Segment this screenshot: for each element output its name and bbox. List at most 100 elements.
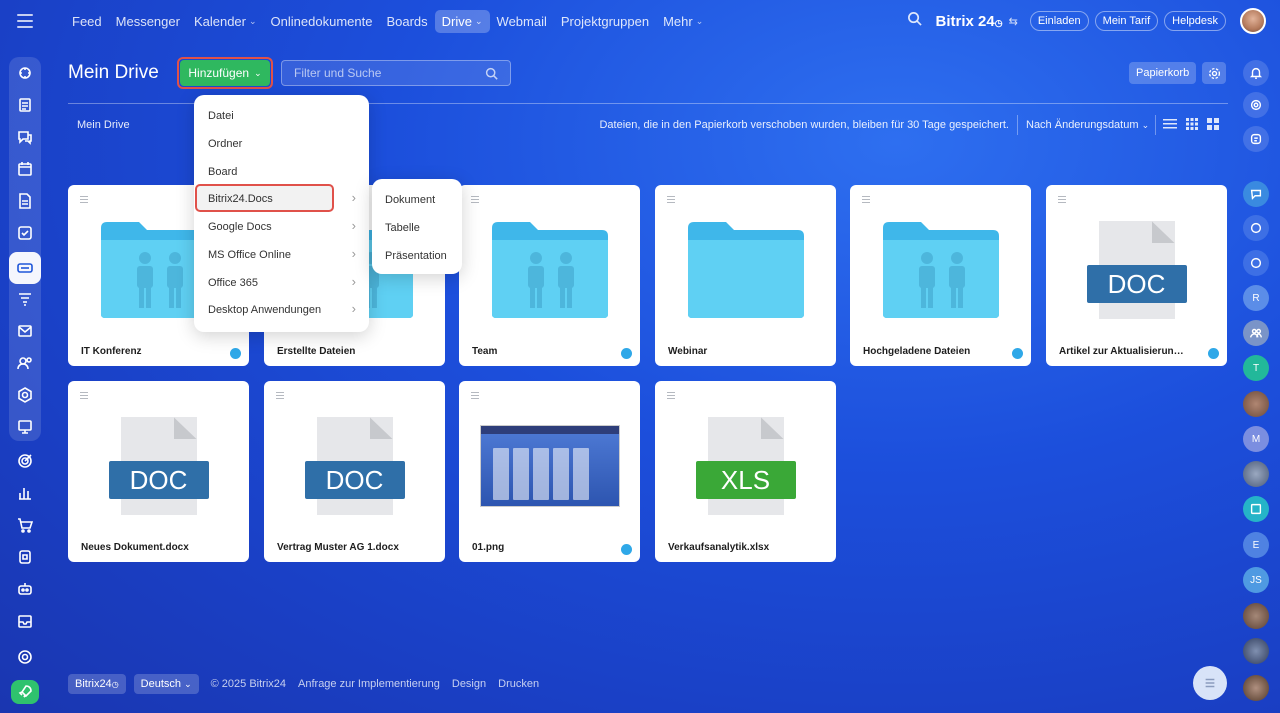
sort-dropdown[interactable]: Nach Änderungsdatum ⌄ bbox=[1026, 119, 1149, 131]
robot-icon[interactable] bbox=[9, 573, 41, 605]
file-tile[interactable]: DOC Neues Dokument.docx bbox=[68, 381, 249, 562]
add-button[interactable]: Hinzufügen ⌄ bbox=[180, 60, 270, 86]
funnel-icon[interactable] bbox=[9, 283, 41, 315]
nav-item-drive[interactable]: Drive ⌄ bbox=[434, 9, 490, 33]
hexagon-icon[interactable] bbox=[9, 379, 41, 411]
folder-tile[interactable]: Webinar bbox=[655, 185, 836, 366]
helpdesk-button[interactable]: Helpdesk bbox=[1164, 11, 1226, 31]
drag-handle-icon[interactable] bbox=[667, 392, 675, 401]
inbox-icon[interactable] bbox=[9, 605, 41, 637]
menu-item-office-365[interactable]: Office 365 › bbox=[208, 275, 356, 289]
chat-button[interactable] bbox=[1193, 666, 1227, 700]
menu-item-google-docs[interactable]: Google Docs › bbox=[208, 219, 356, 233]
nav-item-webmail[interactable]: Webmail bbox=[490, 10, 554, 33]
search-icon[interactable] bbox=[907, 11, 922, 31]
settings-icon[interactable] bbox=[9, 641, 41, 673]
bot-icon[interactable] bbox=[1243, 250, 1269, 276]
print-link[interactable]: Drucken bbox=[498, 678, 539, 690]
store-icon[interactable] bbox=[9, 541, 41, 573]
nav-item-mehr[interactable]: Mehr ⌄ bbox=[656, 10, 710, 33]
presentation-icon[interactable] bbox=[9, 411, 41, 443]
message-icon[interactable] bbox=[1243, 126, 1269, 152]
list-view-icon[interactable] bbox=[1163, 117, 1177, 131]
drive-icon[interactable] bbox=[9, 252, 41, 284]
drag-handle-icon[interactable] bbox=[80, 196, 88, 205]
document-icon[interactable] bbox=[9, 185, 41, 217]
breadcrumb[interactable]: Mein Drive bbox=[77, 119, 130, 131]
copilot-icon[interactable] bbox=[1243, 92, 1269, 118]
nav-item-kalender[interactable]: Kalender ⌄ bbox=[187, 10, 264, 33]
filter-input[interactable] bbox=[294, 66, 485, 80]
file-tile[interactable]: 01.png bbox=[459, 381, 640, 562]
contact-avatar-photo[interactable] bbox=[1243, 391, 1269, 417]
drag-handle-icon[interactable] bbox=[471, 392, 479, 401]
submenu-item[interactable]: Dokument bbox=[385, 194, 435, 206]
doc-file-icon: DOC bbox=[108, 417, 209, 515]
menu-item-board[interactable]: Board bbox=[208, 166, 356, 178]
design-link[interactable]: Design bbox=[452, 678, 486, 690]
grid-view-icon[interactable] bbox=[1185, 117, 1199, 131]
channel-icon[interactable] bbox=[1243, 496, 1269, 522]
tasks-list-icon[interactable] bbox=[9, 89, 41, 121]
target-icon[interactable] bbox=[9, 445, 41, 477]
tariff-button[interactable]: Mein Tarif bbox=[1094, 11, 1159, 31]
rocket-icon[interactable] bbox=[11, 680, 39, 704]
bot-icon[interactable] bbox=[1243, 215, 1269, 241]
menu-icon[interactable] bbox=[17, 14, 33, 28]
nav-item-messenger[interactable]: Messenger bbox=[109, 10, 187, 33]
menu-item-desktop-anwendungen[interactable]: Desktop Anwendungen › bbox=[208, 302, 356, 316]
contact-avatar-r[interactable]: R bbox=[1243, 285, 1269, 311]
analytics-icon[interactable] bbox=[9, 477, 41, 509]
nav-item-feed[interactable]: Feed bbox=[65, 10, 109, 33]
folder-tile[interactable]: Hochgeladene Dateien bbox=[850, 185, 1031, 366]
switch-icon[interactable]: ⇆ bbox=[1009, 15, 1018, 28]
contact-avatar-js[interactable]: JS bbox=[1243, 567, 1269, 593]
implementation-link[interactable]: Anfrage zur Implementierung bbox=[298, 678, 440, 690]
gear-button[interactable] bbox=[1202, 62, 1226, 84]
brand-logo[interactable]: Bitrix 24◷ bbox=[936, 13, 1003, 30]
search-icon[interactable] bbox=[485, 67, 498, 80]
calendar-icon[interactable] bbox=[9, 153, 41, 185]
invite-button[interactable]: Einladen bbox=[1029, 11, 1089, 31]
contact-avatar-m[interactable]: M bbox=[1243, 426, 1269, 452]
file-tile[interactable]: DOC Artikel zur Aktualisierung (Mia... bbox=[1046, 185, 1227, 366]
bell-icon[interactable] bbox=[1243, 60, 1269, 86]
contact-avatar-photo[interactable] bbox=[1243, 461, 1269, 487]
contact-avatar-photo[interactable] bbox=[1243, 675, 1269, 701]
submenu-item[interactable]: Tabelle bbox=[385, 222, 420, 234]
large-tiles-icon[interactable] bbox=[1206, 117, 1220, 131]
trash-button[interactable]: Papierkorb bbox=[1129, 62, 1197, 84]
nav-item-onlinedokumente[interactable]: Onlinedokumente bbox=[264, 10, 380, 33]
tile-preview: DOC bbox=[1046, 215, 1227, 325]
folder-tile[interactable]: Team bbox=[459, 185, 640, 366]
nav-item-boards[interactable]: Boards bbox=[379, 10, 434, 33]
feed-icon[interactable] bbox=[9, 57, 41, 89]
language-select[interactable]: Deutsch ⌄ bbox=[133, 674, 199, 694]
chat-bubble-icon[interactable] bbox=[1243, 181, 1269, 207]
contact-avatar-photo[interactable] bbox=[1243, 603, 1269, 629]
contact-avatar-e[interactable]: E bbox=[1243, 532, 1269, 558]
footer-brand[interactable]: Bitrix24◷ bbox=[68, 674, 126, 694]
nav-item-projektgruppen[interactable]: Projektgruppen bbox=[554, 10, 656, 33]
drag-handle-icon[interactable] bbox=[667, 196, 675, 205]
group-avatar[interactable] bbox=[1243, 320, 1269, 346]
checkbox-icon[interactable] bbox=[9, 217, 41, 249]
submenu-item[interactable]: Präsentation bbox=[385, 250, 447, 262]
cart-icon[interactable] bbox=[9, 509, 41, 541]
contact-avatar-t[interactable]: T bbox=[1243, 355, 1269, 381]
drag-handle-icon[interactable] bbox=[276, 392, 284, 401]
filter-search-box[interactable] bbox=[281, 60, 511, 86]
mail-icon[interactable] bbox=[9, 315, 41, 347]
contact-avatar-photo[interactable] bbox=[1243, 638, 1269, 664]
drag-handle-icon[interactable] bbox=[80, 392, 88, 401]
file-tile[interactable]: XLS Verkaufsanalytik.xlsx bbox=[655, 381, 836, 562]
menu-item-ordner[interactable]: Ordner bbox=[208, 138, 356, 150]
drag-handle-icon[interactable] bbox=[862, 196, 870, 205]
drag-handle-icon[interactable] bbox=[1058, 196, 1066, 205]
users-icon[interactable] bbox=[9, 347, 41, 379]
drag-handle-icon[interactable] bbox=[471, 196, 479, 205]
menu-item-datei[interactable]: Datei bbox=[208, 110, 356, 122]
menu-item-ms-office-online[interactable]: MS Office Online › bbox=[208, 247, 356, 261]
file-tile[interactable]: DOC Vertrag Muster AG 1.docx bbox=[264, 381, 445, 562]
chat-icon[interactable] bbox=[9, 121, 41, 153]
